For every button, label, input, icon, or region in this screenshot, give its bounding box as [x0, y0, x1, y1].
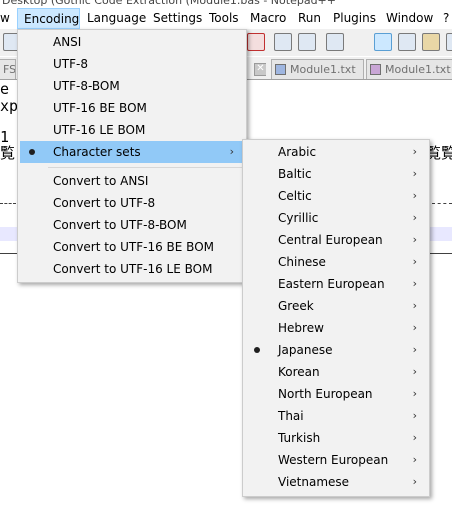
- menu-item-ansi[interactable]: ANSI: [20, 31, 244, 53]
- charset-thai[interactable]: Thai ›: [245, 405, 427, 427]
- tab-label: Module1.txt: [290, 63, 356, 76]
- show-all-chars-icon[interactable]: [350, 33, 368, 51]
- charset-north-european[interactable]: North European ›: [245, 383, 427, 405]
- menu-separator: [48, 167, 244, 168]
- file-icon: [275, 64, 286, 75]
- menu-item-utf16-le-bom[interactable]: UTF-16 LE BOM: [20, 119, 244, 141]
- editor-line: e: [0, 80, 10, 98]
- submenu-arrow-icon: ›: [412, 299, 417, 312]
- file-icon: [370, 64, 381, 75]
- menu-bar: w Encoding Language Settings Tools Macro…: [0, 8, 452, 29]
- dashed-line: [0, 203, 16, 204]
- submenu-arrow-icon: ›: [412, 475, 417, 488]
- submenu-arrow-icon: ›: [412, 277, 417, 290]
- submenu-arrow-icon: ›: [412, 233, 417, 246]
- submenu-arrow-icon: ›: [412, 431, 417, 444]
- submenu-arrow-icon: ›: [412, 189, 417, 202]
- submenu-arrow-icon: ›: [412, 211, 417, 224]
- menu-item-convert-utf16-le-bom[interactable]: Convert to UTF-16 LE BOM: [20, 258, 244, 280]
- charset-celtic[interactable]: Celtic ›: [245, 185, 427, 207]
- submenu-arrow-icon: ›: [412, 145, 417, 158]
- submenu-arrow-icon: ›: [412, 321, 417, 334]
- charset-turkish[interactable]: Turkish ›: [245, 427, 427, 449]
- editor-line: 覧: [0, 144, 16, 162]
- menu-window[interactable]: Window: [380, 8, 439, 29]
- charset-vietnamese[interactable]: Vietnamese ›: [245, 471, 427, 493]
- menu-item-utf8-bom[interactable]: UTF-8-BOM: [20, 75, 244, 97]
- charset-chinese[interactable]: Chinese ›: [245, 251, 427, 273]
- word-wrap-icon[interactable]: [326, 33, 344, 51]
- cut-icon[interactable]: [247, 33, 265, 51]
- charset-korean[interactable]: Korean ›: [245, 361, 427, 383]
- tab-module1-a[interactable]: Module1.txt ✕: [271, 59, 364, 79]
- menu-encoding[interactable]: Encoding: [17, 8, 80, 29]
- tab-label: Module1.txt: [385, 63, 451, 76]
- menu-language[interactable]: Language: [81, 8, 152, 29]
- zoom-out-icon[interactable]: [298, 33, 316, 51]
- function-list-icon[interactable]: [446, 33, 452, 51]
- tab-close-partial[interactable]: ✕: [252, 59, 266, 79]
- character-sets-submenu: Arabic › Baltic › Celtic › Cyrillic › Centra…: [242, 139, 430, 497]
- tab-fs[interactable]: FS: [0, 59, 16, 79]
- submenu-arrow-icon: ›: [412, 409, 417, 422]
- document-map-icon[interactable]: [422, 33, 440, 51]
- charset-japanese[interactable]: Japanese ›: [245, 339, 427, 361]
- charset-arabic[interactable]: Arabic ›: [245, 141, 427, 163]
- menu-run[interactable]: Run: [292, 8, 327, 29]
- submenu-arrow-icon: ›: [412, 343, 417, 356]
- tab-module1-b[interactable]: Module1.txt ✕: [366, 59, 452, 79]
- menu-item-convert-utf8[interactable]: Convert to UTF-8: [20, 192, 244, 214]
- charset-western-european[interactable]: Western European ›: [245, 449, 427, 471]
- submenu-arrow-icon: ›: [229, 145, 234, 158]
- window-title: Desktop (Gothic Code Extraction (Module1…: [2, 0, 336, 7]
- charset-eastern-european[interactable]: Eastern European ›: [245, 273, 427, 295]
- charset-greek[interactable]: Greek ›: [245, 295, 427, 317]
- charset-central-european[interactable]: Central European ›: [245, 229, 427, 251]
- submenu-arrow-icon: ›: [412, 365, 417, 378]
- menu-settings[interactable]: Settings: [147, 8, 208, 29]
- indent-guide-icon[interactable]: [374, 33, 392, 51]
- menu-help[interactable]: ?: [437, 8, 452, 29]
- menu-item-convert-utf16-be-bom[interactable]: Convert to UTF-16 BE BOM: [20, 236, 244, 258]
- encoding-menu: ANSI UTF-8 UTF-8-BOM UTF-16 BE BOM UTF-1…: [17, 29, 247, 283]
- menu-item-utf16-be-bom[interactable]: UTF-16 BE BOM: [20, 97, 244, 119]
- submenu-arrow-icon: ›: [412, 167, 417, 180]
- menu-item-character-sets[interactable]: Character sets ›: [20, 141, 244, 163]
- submenu-arrow-icon: ›: [412, 255, 417, 268]
- menu-macro[interactable]: Macro: [244, 8, 292, 29]
- charset-cyrillic[interactable]: Cyrillic ›: [245, 207, 427, 229]
- dashed-line: [432, 203, 452, 204]
- menu-item-utf8[interactable]: UTF-8: [20, 53, 244, 75]
- menu-item-convert-utf8-bom[interactable]: Convert to UTF-8-BOM: [20, 214, 244, 236]
- menu-view-partial[interactable]: w: [0, 8, 16, 29]
- charset-baltic[interactable]: Baltic ›: [245, 163, 427, 185]
- menu-plugins[interactable]: Plugins: [327, 8, 382, 29]
- user-language-icon[interactable]: [398, 33, 416, 51]
- submenu-arrow-icon: ›: [412, 387, 417, 400]
- submenu-arrow-icon: ›: [412, 453, 417, 466]
- menu-tools[interactable]: Tools: [203, 8, 245, 29]
- editor-line: xp: [0, 97, 19, 115]
- zoom-in-icon[interactable]: [274, 33, 292, 51]
- charset-hebrew[interactable]: Hebrew ›: [245, 317, 427, 339]
- tab-label: FS: [3, 63, 16, 76]
- menu-item-convert-ansi[interactable]: Convert to ANSI: [20, 170, 244, 192]
- close-icon[interactable]: ✕: [254, 62, 266, 76]
- radio-bullet-icon: [29, 149, 35, 155]
- radio-bullet-icon: [254, 347, 260, 353]
